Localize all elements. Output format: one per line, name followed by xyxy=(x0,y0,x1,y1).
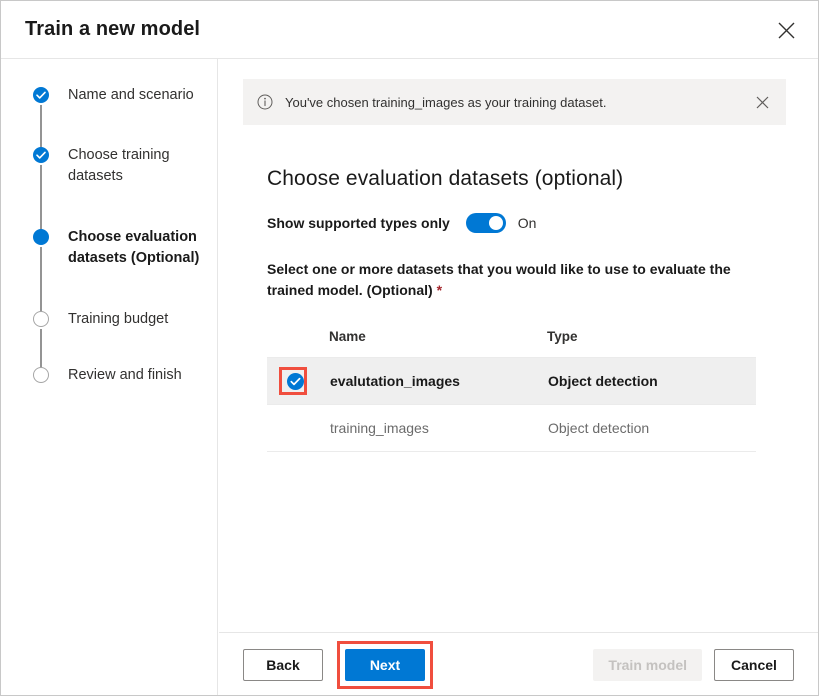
step-connector-line xyxy=(40,165,42,233)
next-button[interactable]: Next xyxy=(345,648,425,681)
close-dialog-button[interactable] xyxy=(766,10,806,50)
sidebar-step-label: Training budget xyxy=(68,311,169,327)
datasets-table-head: Name Type xyxy=(267,329,756,358)
footer-buttons: Back Next Train model Cancel xyxy=(219,633,818,695)
instruction-body: Select one or more datasets that you wou… xyxy=(267,261,731,298)
main-content: You've chosen training_images as your tr… xyxy=(219,59,818,452)
info-circle-icon xyxy=(257,94,273,110)
dialog-footer: Back Next Train model Cancel xyxy=(219,632,818,695)
info-banner: You've chosen training_images as your tr… xyxy=(243,79,786,125)
row-select-cell[interactable] xyxy=(267,357,329,405)
show-supported-types-toggle[interactable] xyxy=(465,213,506,233)
annotation-highlight-next: Next xyxy=(337,640,433,689)
required-marker: * xyxy=(436,282,443,298)
cancel-button[interactable]: Cancel xyxy=(714,648,794,681)
sidebar-step-label: Choose evaluation datasets (Optional) xyxy=(68,229,200,266)
datasets-table-body: evalutation_images Object detection trai… xyxy=(267,357,756,452)
sidebar-step-label: Name and scenario xyxy=(68,87,194,103)
row-select-cell[interactable] xyxy=(267,404,329,452)
row-type-cell: Object detection xyxy=(547,404,756,452)
step-marker-pending xyxy=(33,367,49,383)
toggle-label: Show supported types only xyxy=(267,215,450,231)
step-marker-current xyxy=(33,229,49,245)
sidebar-step-label: Choose training datasets xyxy=(68,147,170,184)
step-connector-line xyxy=(40,247,42,315)
instruction-text: Select one or more datasets that you wou… xyxy=(267,259,737,301)
row-name-cell: training_images xyxy=(329,404,547,452)
sidebar-step-choose-evaluation-datasets[interactable]: Choose evaluation datasets (Optional) xyxy=(1,227,217,315)
table-row[interactable]: training_images Object detection xyxy=(267,404,756,452)
column-header-select xyxy=(267,329,329,358)
wizard-sidebar: Name and scenario Choose training datase… xyxy=(1,59,218,695)
datasets-table: Name Type evalutation_images Object dete… xyxy=(267,329,756,452)
section-heading: Choose evaluation datasets (optional) xyxy=(267,167,624,190)
main-panel: You've chosen training_images as your tr… xyxy=(219,59,818,695)
toggle-state-label: On xyxy=(517,215,537,231)
sidebar-step-name-and-scenario[interactable]: Name and scenario xyxy=(1,85,217,151)
train-model-button: Train model xyxy=(593,648,702,681)
row-checkbox-checked[interactable] xyxy=(287,372,304,390)
table-header-row: Name Type xyxy=(267,329,756,358)
check-icon xyxy=(33,87,49,103)
page-title: Train a new model xyxy=(25,18,201,40)
show-supported-types-row: Show supported types only On xyxy=(267,213,786,233)
sidebar-step-label: Review and finish xyxy=(68,367,182,383)
train-model-dialog: Train a new model Name and scenario Choo… xyxy=(0,0,819,696)
toggle-knob xyxy=(488,216,503,230)
banner-close-icon[interactable] xyxy=(752,92,772,112)
wizard-step-list: Name and scenario Choose training datase… xyxy=(1,85,217,395)
sidebar-step-choose-training-datasets[interactable]: Choose training datasets xyxy=(1,145,217,233)
dialog-body: Name and scenario Choose training datase… xyxy=(1,59,818,695)
step-marker-complete xyxy=(33,147,49,163)
table-row[interactable]: evalutation_images Object detection xyxy=(267,357,756,405)
row-name-cell: evalutation_images xyxy=(329,357,547,405)
dialog-header: Train a new model xyxy=(1,1,818,59)
column-header-type: Type xyxy=(547,329,578,344)
close-icon xyxy=(778,22,795,39)
sidebar-step-review-and-finish[interactable]: Review and finish xyxy=(1,365,217,395)
banner-message: You've chosen training_images as your tr… xyxy=(285,94,607,110)
check-icon xyxy=(33,147,49,163)
step-marker-pending xyxy=(33,311,49,327)
back-button[interactable]: Back xyxy=(243,648,323,681)
sidebar-step-training-budget[interactable]: Training budget xyxy=(1,309,217,371)
step-marker-complete xyxy=(33,87,49,103)
row-type-cell: Object detection xyxy=(547,357,756,405)
column-header-name: Name xyxy=(329,329,366,344)
footer-right-group: Train model Cancel xyxy=(593,648,794,681)
